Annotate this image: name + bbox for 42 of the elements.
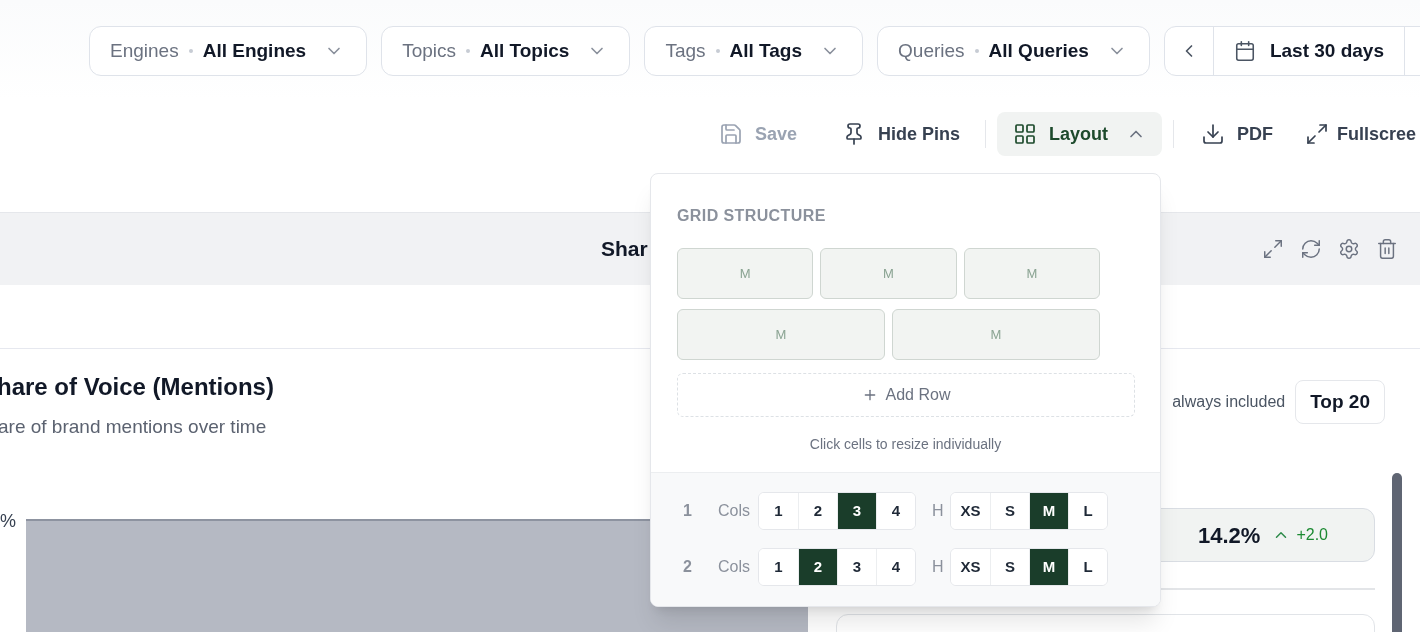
filter-dropdown[interactable]: Tags All Tags bbox=[644, 26, 864, 76]
axis-label: % bbox=[0, 509, 17, 533]
settings-icon[interactable] bbox=[1338, 238, 1360, 260]
fullscreen-button[interactable]: Fullscree bbox=[1291, 112, 1417, 156]
cols-label: Cols bbox=[718, 501, 751, 521]
scrollbar[interactable] bbox=[1392, 473, 1402, 632]
segment-option[interactable]: M bbox=[1029, 493, 1068, 529]
metric-delta: +2.0 bbox=[1296, 525, 1328, 545]
segment-option[interactable]: 2 bbox=[798, 549, 837, 585]
top-count-button[interactable]: Top 20 bbox=[1295, 380, 1385, 424]
hint-text: Click cells to resize individually bbox=[808, 435, 1003, 454]
expand-icon[interactable] bbox=[1262, 238, 1284, 260]
filter-dropdown[interactable]: Topics All Topics bbox=[381, 26, 631, 76]
pins-button[interactable]: Hide Pins bbox=[826, 112, 977, 156]
save-icon bbox=[719, 122, 743, 146]
date-range-button[interactable]: Last 30 days bbox=[1213, 27, 1405, 75]
add-row-button[interactable]: Add Row bbox=[677, 373, 1135, 417]
pdf-button[interactable]: PDF bbox=[1185, 112, 1290, 156]
segment-option[interactable]: L bbox=[1068, 493, 1107, 529]
refresh-icon[interactable] bbox=[1300, 238, 1322, 260]
segment-option[interactable]: M bbox=[1029, 549, 1068, 585]
filter-dropdown[interactable]: Engines All Engines bbox=[89, 26, 368, 76]
layout-button[interactable]: Layout bbox=[997, 112, 1163, 156]
note-text: always included bbox=[1172, 392, 1286, 412]
metric-value: 14.2% bbox=[1198, 521, 1261, 550]
grid-icon bbox=[1013, 122, 1038, 146]
segment-option[interactable]: 4 bbox=[876, 549, 915, 585]
widget-title: Shar bbox=[601, 236, 648, 263]
height-label: H bbox=[932, 501, 945, 521]
segment-option[interactable]: 4 bbox=[876, 493, 915, 529]
segment-option[interactable]: L bbox=[1068, 549, 1107, 585]
delete-icon[interactable] bbox=[1376, 238, 1398, 260]
download-icon bbox=[1201, 122, 1226, 146]
menu-heading: GRID STRUCTURE bbox=[677, 206, 827, 226]
calendar-icon bbox=[1233, 40, 1256, 62]
expand-icon bbox=[1305, 122, 1330, 146]
row-number: 2 bbox=[683, 557, 693, 577]
filter-dropdown[interactable]: Queries All Queries bbox=[877, 26, 1150, 76]
cols-label: Cols bbox=[718, 557, 751, 577]
row-number: 1 bbox=[683, 501, 693, 521]
height-label: H bbox=[932, 557, 945, 577]
segment-option[interactable]: 3 bbox=[837, 493, 876, 529]
